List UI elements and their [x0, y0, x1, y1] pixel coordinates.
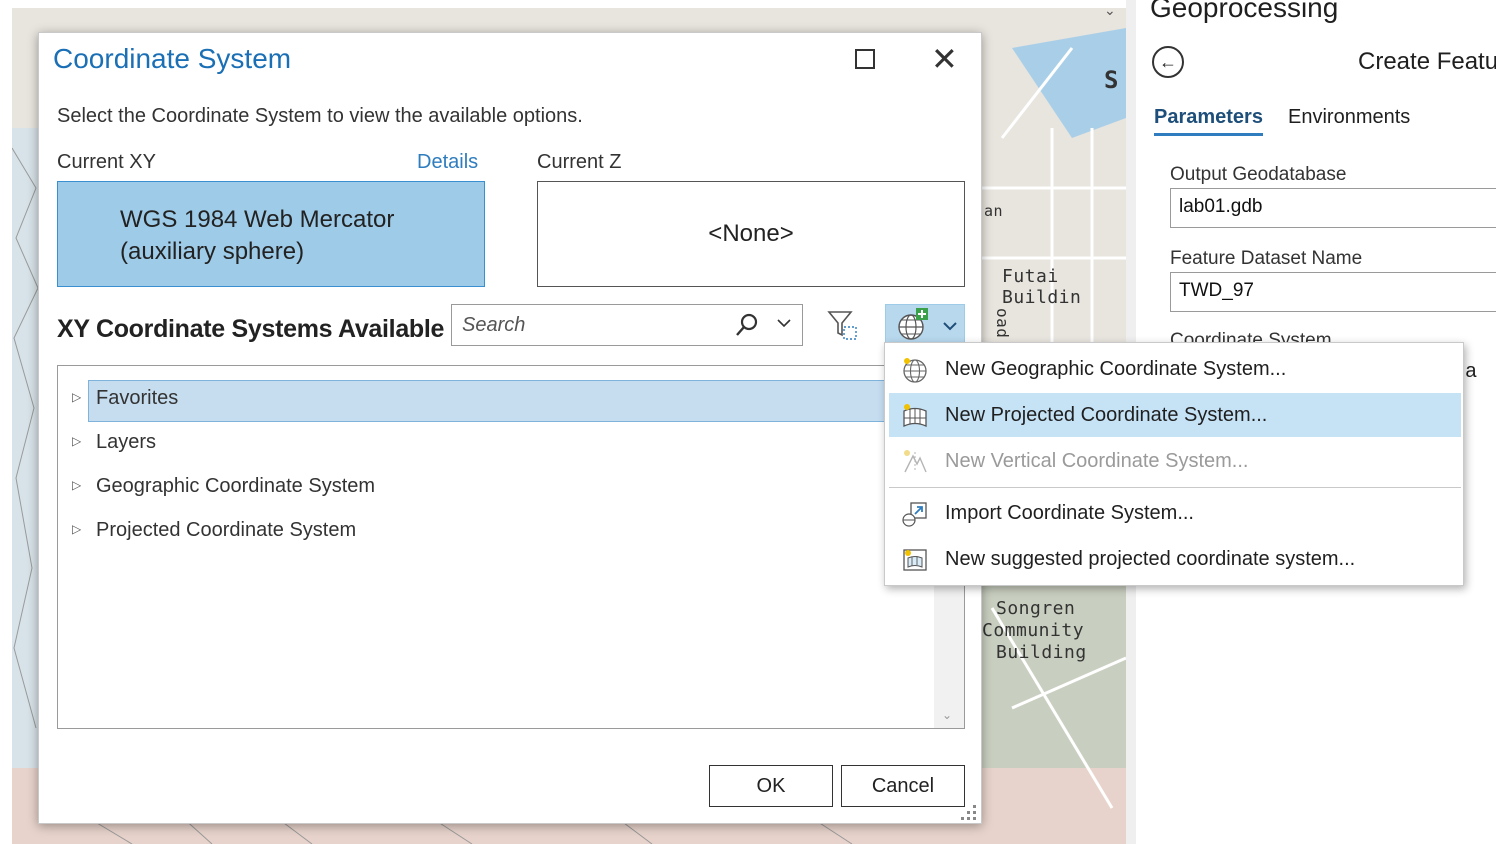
tab-parameters[interactable]: Parameters	[1154, 106, 1263, 136]
cancel-button[interactable]: Cancel	[841, 765, 965, 807]
dialog-title: Coordinate System	[53, 43, 292, 74]
suggested-projection-icon	[903, 549, 927, 571]
menu-item-label: New suggested projected coordinate syste…	[945, 548, 1356, 570]
chevron-down-icon[interactable]	[776, 315, 792, 331]
close-icon[interactable]: ✕	[931, 41, 958, 77]
tree-item-label: Favorites	[96, 387, 179, 409]
map-label-s: S	[1104, 66, 1119, 94]
menu-item-new-suggested[interactable]: New suggested projected coordinate syste…	[889, 537, 1461, 581]
search-icon[interactable]	[734, 311, 760, 339]
current-z-value: <None>	[708, 220, 794, 247]
map-label-songren: Songren	[996, 598, 1076, 619]
expand-arrow-icon[interactable]: ▷	[72, 478, 81, 492]
add-coordinate-system-menu: New Geographic Coordinate System... New …	[884, 342, 1464, 586]
tab-environments[interactable]: Environments	[1288, 106, 1410, 129]
import-icon	[902, 502, 927, 527]
globe-add-icon	[898, 308, 928, 340]
projected-grid-icon	[903, 404, 927, 428]
search-box[interactable]	[451, 304, 803, 346]
dataset-name-field[interactable]: TWD_97	[1170, 272, 1496, 312]
back-arrow-icon: ←	[1159, 51, 1177, 72]
vertical-system-icon	[904, 450, 927, 473]
tree-item-label: Layers	[96, 431, 157, 453]
expand-arrow-icon[interactable]: ▷	[72, 522, 81, 536]
pane-title: Geoprocessing	[1150, 0, 1339, 23]
map-label-an: an	[984, 202, 1004, 220]
menu-separator	[889, 487, 1461, 488]
expand-arrow-icon[interactable]: ▷	[72, 390, 81, 404]
map-label-futai: Futai Buildin	[1002, 266, 1082, 308]
dataset-name-label: Feature Dataset Name	[1170, 248, 1363, 269]
instruction-text: Select the Coordinate System to view the…	[57, 105, 583, 127]
available-systems-label: XY Coordinate Systems Available	[57, 315, 445, 343]
current-xy-name-line2: (auxiliary sphere)	[120, 238, 305, 265]
menu-item-label: New Projected Coordinate System...	[945, 404, 1268, 426]
ok-button[interactable]: OK	[709, 765, 833, 807]
current-xy-name-line1: WGS 1984 Web Mercator	[120, 206, 395, 233]
tree-item-geographic[interactable]: ▷ Geographic Coordinate System	[58, 466, 964, 508]
coordinate-system-tree[interactable]: ▷ Favorites ▷ Layers ▷ Geographic Coordi…	[57, 365, 965, 729]
scroll-down-icon[interactable]: ⌄	[942, 708, 952, 722]
menu-item-import[interactable]: Import Coordinate System...	[889, 491, 1461, 535]
details-link[interactable]: Details	[417, 151, 478, 174]
tree-item-layers[interactable]: ▷ Layers	[58, 422, 964, 464]
map-label-road: oad	[993, 308, 1012, 339]
chevron-down-icon[interactable]: ⌄	[1104, 8, 1116, 19]
maximize-icon[interactable]	[855, 49, 875, 69]
globe-icon	[903, 358, 927, 383]
menu-item-label: New Vertical Coordinate System...	[945, 450, 1249, 472]
tree-item-favorites[interactable]: ▷ Favorites	[58, 378, 964, 422]
search-input[interactable]	[460, 311, 720, 339]
spatial-filter-icon[interactable]	[827, 309, 861, 343]
tree-item-label: Geographic Coordinate System	[96, 475, 376, 497]
menu-item-label: New Geographic Coordinate System...	[945, 358, 1287, 380]
selection-highlight	[88, 380, 964, 422]
tool-title: Create Featu	[1358, 48, 1496, 75]
resize-grip-icon[interactable]	[957, 801, 979, 823]
output-gdb-field[interactable]: lab01.gdb	[1170, 188, 1496, 228]
current-z-box[interactable]: <None>	[537, 181, 965, 287]
menu-item-new-geographic[interactable]: New Geographic Coordinate System...	[889, 347, 1461, 391]
output-gdb-label: Output Geodatabase	[1170, 164, 1347, 185]
add-coordinate-system-button[interactable]	[885, 304, 965, 346]
tree-item-projected[interactable]: ▷ Projected Coordinate System	[58, 510, 964, 552]
current-xy-box[interactable]: WGS 1984 Web Mercator (auxiliary sphere)	[57, 181, 485, 287]
menu-item-new-vertical[interactable]: New Vertical Coordinate System...	[889, 439, 1461, 483]
back-button[interactable]: ←	[1152, 46, 1184, 78]
menu-item-new-projected[interactable]: New Projected Coordinate System...	[889, 393, 1461, 437]
tree-item-label: Projected Coordinate System	[96, 519, 357, 541]
expand-arrow-icon[interactable]: ▷	[72, 434, 81, 448]
map-label-community: Community	[982, 620, 1085, 641]
menu-item-label: Import Coordinate System...	[945, 502, 1194, 524]
coordinate-system-dialog: Coordinate System ✕ Select the Coordinat…	[38, 32, 982, 824]
chevron-down-icon	[943, 322, 957, 331]
current-z-label: Current Z	[537, 151, 622, 173]
current-xy-label: Current XY	[57, 151, 156, 173]
map-label-building: Building	[996, 642, 1087, 663]
